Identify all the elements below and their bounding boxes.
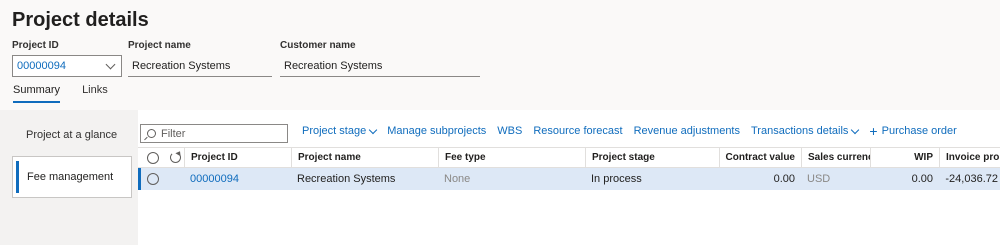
main-panel: Filter Project stage Manage subprojects … — [138, 110, 1000, 245]
cell-project-name: Recreation Systems — [297, 173, 396, 185]
nav-item-project-at-a-glance[interactable]: Project at a glance — [12, 114, 132, 156]
row-select-radio[interactable] — [140, 168, 166, 190]
transactions-details-button[interactable]: Transactions details — [751, 125, 860, 137]
revenue-adjustments-button[interactable]: Revenue adjustments — [634, 125, 740, 137]
cell-project-stage: In process — [591, 173, 642, 185]
col-contract-value[interactable]: Contract value — [719, 148, 801, 167]
cell-contract-value: 0.00 — [773, 173, 795, 185]
cell-invoice-proposal: -24,036.72 — [945, 173, 998, 185]
col-invoice-proposal[interactable]: Invoice proposal — [939, 148, 1000, 167]
tab-bar: Summary Links — [13, 84, 108, 103]
col-sales-currency[interactable]: Sales currency — [801, 148, 870, 167]
project-id-label: Project ID — [12, 40, 59, 51]
col-wip[interactable]: WIP — [870, 148, 939, 167]
radio-circle-icon — [147, 173, 159, 185]
tab-links[interactable]: Links — [82, 84, 108, 103]
chevron-down-icon[interactable] — [105, 59, 116, 69]
col-project-id[interactable]: Project ID — [184, 148, 291, 167]
customer-name-input[interactable]: Recreation Systems — [280, 55, 480, 77]
project-id-field: Project ID 00000094 — [12, 40, 122, 77]
transactions-details-label: Transactions details — [751, 125, 849, 137]
refresh-icon — [169, 152, 181, 163]
select-all-radio[interactable] — [140, 148, 166, 167]
purchase-order-label: Purchase order — [881, 125, 957, 137]
nav-item-fee-management[interactable]: Fee management — [12, 156, 132, 198]
project-name-input[interactable]: Recreation Systems — [128, 55, 272, 77]
chevron-down-icon — [851, 125, 860, 134]
radio-circle-icon — [147, 151, 159, 164]
nav-item-label: Fee management — [27, 171, 114, 183]
action-toolbar: Project stage Manage subprojects WBS Res… — [302, 123, 957, 139]
plus-icon: + — [869, 123, 878, 139]
project-id-link[interactable]: 00000094 — [190, 173, 239, 185]
cell-project-id[interactable]: 00000094 — [184, 168, 291, 190]
project-id-value: 00000094 — [17, 60, 66, 72]
purchase-order-button[interactable]: + Purchase order — [869, 123, 957, 139]
content-area: Project at a glance Fee management Filte… — [0, 110, 1000, 245]
cell-wip: 0.00 — [911, 173, 933, 185]
page-title: Project details — [12, 9, 149, 31]
col-fee-type[interactable]: Fee type — [438, 148, 585, 167]
customer-name-field: Customer name Recreation Systems — [280, 40, 480, 77]
col-project-name[interactable]: Project name — [291, 148, 438, 167]
table-row[interactable]: 00000094 Recreation Systems None In proc… — [138, 168, 1000, 190]
filter-input[interactable]: Filter — [140, 124, 288, 143]
project-stage-label: Project stage — [302, 125, 367, 137]
fee-grid: Project ID Project name Fee type Project… — [138, 147, 1000, 190]
wbs-button[interactable]: WBS — [497, 125, 522, 137]
cell-fee-type: None — [444, 173, 471, 185]
tab-summary[interactable]: Summary — [13, 84, 61, 103]
resource-forecast-button[interactable]: Resource forecast — [533, 125, 622, 137]
cell-sales-currency: USD — [807, 173, 831, 185]
project-name-field: Project name Recreation Systems — [128, 40, 272, 77]
side-nav: Project at a glance Fee management — [0, 110, 138, 245]
project-name-label: Project name — [128, 40, 191, 51]
project-name-value: Recreation Systems — [132, 59, 231, 72]
customer-name-label: Customer name — [280, 40, 356, 51]
project-stage-button[interactable]: Project stage — [302, 125, 378, 137]
chevron-down-icon — [368, 125, 378, 134]
refresh-button[interactable] — [166, 148, 184, 167]
filter-placeholder: Filter — [161, 127, 186, 140]
customer-name-value: Recreation Systems — [284, 59, 383, 72]
search-icon — [147, 129, 156, 138]
col-project-stage[interactable]: Project stage — [585, 148, 719, 167]
project-id-dropdown[interactable]: 00000094 — [12, 55, 122, 77]
grid-header-row: Project ID Project name Fee type Project… — [138, 147, 1000, 168]
manage-subprojects-button[interactable]: Manage subprojects — [387, 125, 486, 137]
